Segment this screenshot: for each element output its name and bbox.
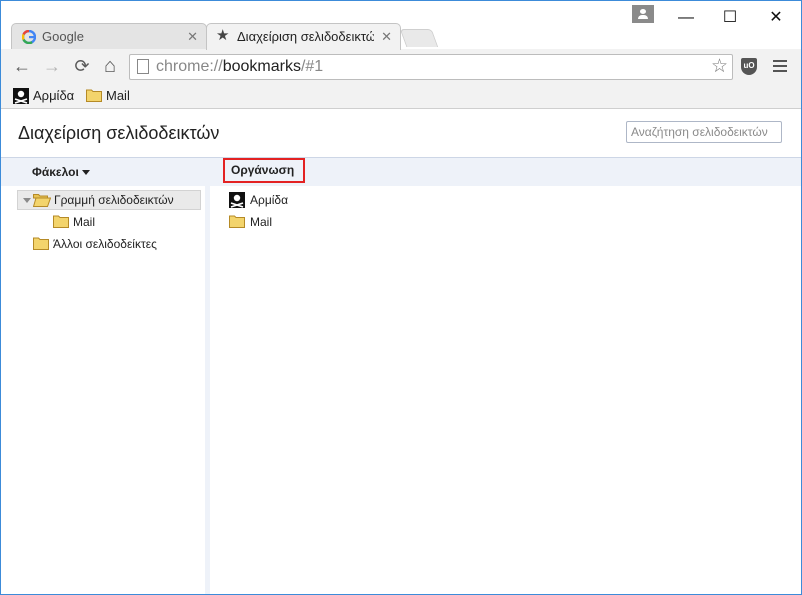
list-item-mail[interactable]: Mail — [229, 212, 329, 232]
folder-icon — [86, 89, 102, 102]
bookmark-list: Αρμίδα Mail — [210, 186, 801, 594]
folders-menu-button[interactable]: Φάκελοι — [32, 165, 90, 179]
google-favicon — [22, 30, 36, 44]
chrome-menu-icon[interactable] — [773, 60, 787, 75]
tree-item-label: Γραμμή σελιδοδεικτών — [54, 193, 174, 207]
list-item-label: Αρμίδα — [250, 193, 289, 207]
folders-menu-label: Φάκελοι — [32, 165, 79, 179]
home-button[interactable]: ⌂ — [99, 55, 121, 77]
search-bookmarks-input[interactable] — [626, 121, 782, 143]
folder-icon — [229, 215, 245, 228]
organize-menu-button[interactable]: Οργάνωση — [223, 158, 305, 195]
open-folder-icon — [33, 194, 51, 207]
person-icon-body — [638, 15, 648, 19]
url-host: bookmarks — [222, 58, 301, 75]
url-path: /#1 — [300, 58, 324, 75]
pirate-flag-icon — [13, 88, 29, 104]
toolbar: ← → ⟳ ⌂ chrome://bookmarks/#1 ☆ uO — [1, 49, 801, 83]
back-button[interactable]: ← — [11, 55, 33, 77]
reload-button[interactable]: ⟳ — [71, 55, 93, 77]
close-window-button[interactable]: ✕ — [753, 1, 799, 35]
page-icon — [137, 59, 149, 74]
person-icon — [640, 9, 646, 14]
minimize-button[interactable]: — — [663, 1, 709, 35]
tab-close-icon[interactable]: ✕ — [381, 24, 392, 50]
folder-icon — [53, 215, 69, 228]
forward-button[interactable]: → — [41, 55, 63, 77]
folder-tree: Γραμμή σελιδοδεικτών Mail Άλλοι σελιδοδε… — [1, 186, 205, 594]
expand-arrow-icon[interactable] — [23, 198, 31, 203]
bookmarks-bar: Αρμίδα Mail — [1, 83, 801, 109]
tab-close-icon[interactable]: ✕ — [187, 24, 198, 50]
bookmark-armida[interactable]: Αρμίδα — [13, 87, 77, 105]
maximize-button[interactable]: ☐ — [707, 1, 753, 35]
address-bar[interactable]: chrome://bookmarks/#1 ☆ — [129, 54, 733, 80]
tree-item-other-bookmarks[interactable]: Άλλοι σελιδοδείκτες — [33, 234, 203, 254]
caret-down-icon — [81, 170, 90, 176]
page-header: Διαχείριση σελιδοδεικτών — [1, 109, 801, 157]
tree-item-bookmarks-bar[interactable]: Γραμμή σελιδοδεικτών — [17, 190, 201, 210]
bookmark-label: Αρμίδα — [33, 88, 75, 103]
tree-item-label: Άλλοι σελιδοδείκτες — [53, 237, 157, 251]
url-scheme: chrome:// — [156, 58, 223, 75]
list-item-label: Mail — [250, 215, 273, 229]
list-item-armida[interactable]: Αρμίδα — [229, 190, 329, 210]
pirate-flag-icon — [229, 192, 245, 208]
new-tab-button[interactable] — [399, 29, 439, 47]
folder-icon — [33, 237, 49, 250]
bookmark-star-icon[interactable]: ☆ — [711, 55, 728, 79]
tab-bookmarks[interactable]: ★ Διαχείριση σελιδοδεικτών ✕ — [206, 23, 401, 50]
tab-title: Διαχείριση σελιδοδεικτών — [237, 29, 374, 44]
star-icon: ★ — [216, 27, 230, 44]
title-bar: Google ✕ ★ Διαχείριση σελιδοδεικτών ✕ — … — [1, 1, 801, 50]
browser-window: Google ✕ ★ Διαχείριση σελιδοδεικτών ✕ — … — [0, 0, 802, 595]
url-text: chrome://bookmarks/#1 — [156, 55, 323, 79]
tab-google[interactable]: Google ✕ — [11, 23, 207, 50]
organize-menu-label: Οργάνωση — [231, 163, 295, 177]
bookmark-folder-mail[interactable]: Mail — [86, 87, 136, 105]
tree-item-label: Mail — [73, 215, 96, 229]
bookmark-manager-menubar: Φάκελοι Οργάνωση — [1, 157, 801, 195]
profile-button[interactable] — [632, 5, 654, 23]
tab-title: Google — [42, 29, 84, 44]
bookmark-label: Mail — [106, 88, 130, 103]
page-title: Διαχείριση σελιδοδεικτών — [18, 123, 220, 143]
ublock-extension-icon[interactable]: uO — [741, 58, 757, 75]
tree-item-mail[interactable]: Mail — [53, 212, 173, 232]
